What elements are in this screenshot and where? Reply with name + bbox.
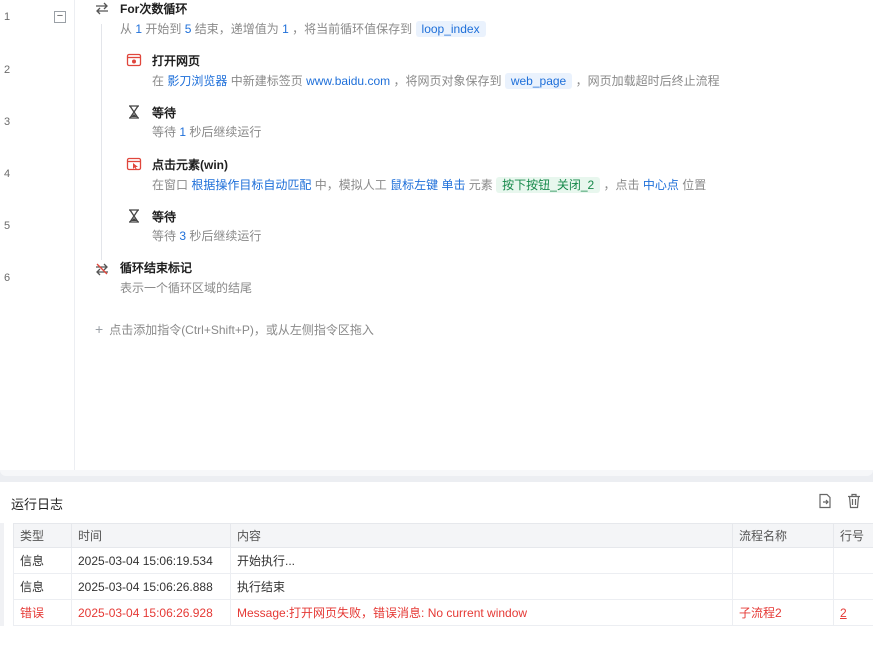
log-table-header: 类型 时间 内容 流程名称 行号 xyxy=(13,523,873,548)
command-description: 等待 1 秒后继续运行 xyxy=(152,125,262,139)
log-scroll-rail xyxy=(0,523,4,626)
log-flow xyxy=(732,573,834,600)
log-table: 类型 时间 内容 流程名称 行号 信息 2025-03-04 15:06:19.… xyxy=(13,523,873,626)
column-header-flow[interactable]: 流程名称 xyxy=(732,523,834,548)
log-panel-title: 运行日志 xyxy=(11,497,64,512)
window-value[interactable]: 根据操作目标自动匹配 xyxy=(191,178,311,192)
loop-end-icon xyxy=(96,263,108,276)
loop-start-value[interactable]: 1 xyxy=(135,22,142,36)
web-page-variable[interactable]: web_page xyxy=(504,73,573,89)
hourglass-icon xyxy=(129,209,139,223)
line-number: 4 xyxy=(4,168,11,180)
log-line-link[interactable]: 2 xyxy=(833,599,873,626)
panel-splitter[interactable] xyxy=(0,470,873,482)
command-description: 在 影刀浏览器 中新建标签页 www.baidu.com ，将网页对象保存到 w… xyxy=(152,73,720,89)
log-row[interactable]: 信息 2025-03-04 15:06:26.888 执行结束 xyxy=(13,573,873,600)
command-description: 表示一个循环区域的结尾 xyxy=(120,281,253,295)
log-time: 2025-03-04 15:06:19.534 xyxy=(71,547,231,574)
command-title: 等待 xyxy=(152,210,177,224)
log-row-error[interactable]: 错误 2025-03-04 15:06:26.928 Message:打开网页失… xyxy=(13,599,873,626)
log-content: 执行结束 xyxy=(230,573,733,600)
column-header-line[interactable]: 行号 xyxy=(833,523,873,548)
command-title: 打开网页 xyxy=(152,54,201,68)
line-number: 3 xyxy=(4,116,11,128)
line-number: 6 xyxy=(4,272,11,284)
target-element[interactable]: 按下按钮_关闭_2 xyxy=(496,177,601,193)
log-line xyxy=(833,573,873,600)
line-number: 2 xyxy=(4,64,11,76)
log-content: Message:打开网页失败，错误消息: No current window xyxy=(230,599,733,626)
command-title: 等待 xyxy=(152,106,177,120)
plus-icon: + xyxy=(95,321,104,337)
mouse-button-value[interactable]: 鼠标左键 xyxy=(390,178,438,192)
column-header-content[interactable]: 内容 xyxy=(230,523,733,548)
log-type: 信息 xyxy=(13,573,72,600)
line-number: 5 xyxy=(4,220,11,232)
click-position-value[interactable]: 中心点 xyxy=(643,178,679,192)
loop-indent-guide xyxy=(101,24,102,260)
command-title: 点击元素(win) xyxy=(152,158,228,172)
line-gutter: 1 2 3 4 5 6 − xyxy=(0,0,75,470)
log-line xyxy=(833,547,873,574)
export-log-icon[interactable] xyxy=(816,492,834,510)
click-element-icon xyxy=(126,157,142,171)
column-header-time[interactable]: 时间 xyxy=(71,523,231,548)
collapse-loop-button[interactable]: − xyxy=(54,11,66,23)
trash-icon[interactable] xyxy=(845,492,863,510)
loop-end-value[interactable]: 5 xyxy=(185,22,192,36)
log-flow xyxy=(732,547,834,574)
loop-arrows-icon xyxy=(96,2,108,15)
log-type: 信息 xyxy=(13,547,72,574)
browser-window-icon xyxy=(126,53,142,67)
command-description: 在窗口 根据操作目标自动匹配 中，模拟人工 鼠标左键 单击 元素 按下按钮_关闭… xyxy=(152,177,707,193)
loop-step-value[interactable]: 1 xyxy=(282,22,289,36)
hourglass-icon xyxy=(129,105,139,119)
flow-editor: 1 2 3 4 5 6 − For次数循环 从 1 开始到 5 结束，递增值为 … xyxy=(0,0,873,470)
command-title: For次数循环 xyxy=(120,2,188,16)
add-command-hint[interactable]: + 点击添加指令(Ctrl+Shift+P)，或从左侧指令区拖入 xyxy=(95,321,374,338)
click-type-value[interactable]: 单击 xyxy=(441,178,465,192)
log-content: 开始执行... xyxy=(230,547,733,574)
log-time: 2025-03-04 15:06:26.928 xyxy=(71,599,231,626)
command-description: 等待 3 秒后继续运行 xyxy=(152,229,262,243)
wait-seconds-value[interactable]: 1 xyxy=(179,125,186,139)
add-command-text: 点击添加指令(Ctrl+Shift+P)，或从左侧指令区拖入 xyxy=(109,323,374,337)
log-time: 2025-03-04 15:06:26.888 xyxy=(71,573,231,600)
log-row[interactable]: 信息 2025-03-04 15:06:19.534 开始执行... xyxy=(13,547,873,574)
line-number: 1 xyxy=(4,11,11,23)
column-header-type[interactable]: 类型 xyxy=(13,523,72,548)
url-value[interactable]: www.baidu.com xyxy=(306,74,390,88)
run-log-panel: 运行日志 类型 时间 内容 流程名称 行号 信息 2025-03-04 15:0… xyxy=(0,482,873,655)
log-type: 错误 xyxy=(13,599,72,626)
log-flow: 子流程2 xyxy=(732,599,834,626)
command-description: 从 1 开始到 5 结束，递增值为 1 ，将当前循环值保存到 loop_inde… xyxy=(120,20,486,37)
browser-value[interactable]: 影刀浏览器 xyxy=(167,74,227,88)
command-title: 循环结束标记 xyxy=(120,261,193,275)
wait-seconds-value[interactable]: 3 xyxy=(179,229,186,243)
loop-variable[interactable]: loop_index xyxy=(415,21,486,37)
